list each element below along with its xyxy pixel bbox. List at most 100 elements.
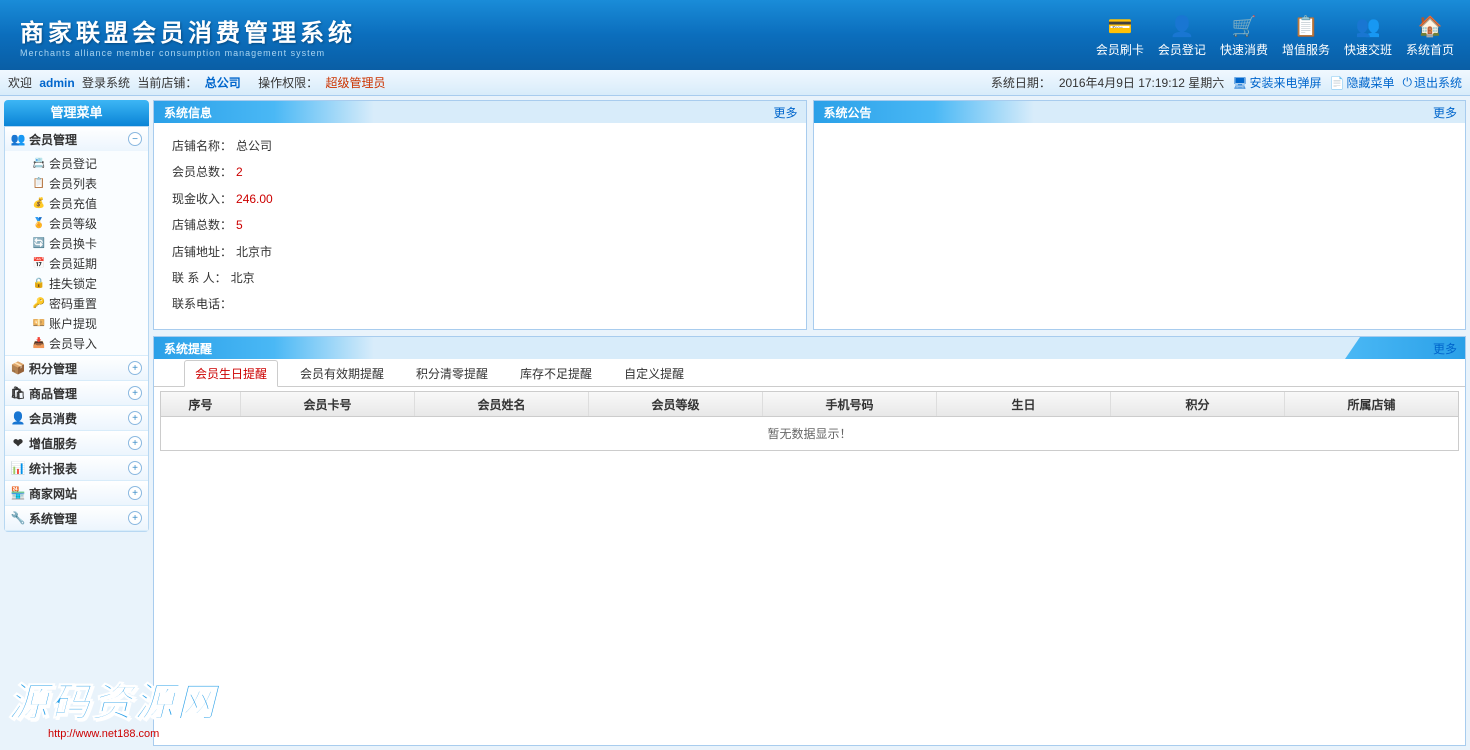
field-label: 店铺地址： bbox=[172, 239, 232, 265]
reminder-empty-msg: 暂无数据显示！ bbox=[160, 417, 1459, 451]
menu-group-header[interactable]: 👥会员管理− bbox=[5, 127, 148, 151]
header-action-2[interactable]: 🛒快速消费 bbox=[1214, 9, 1274, 62]
sub-item-7[interactable]: 🔑密码重置 bbox=[5, 293, 148, 313]
reminder-tab-1[interactable]: 会员有效期提醒 bbox=[290, 361, 394, 386]
group-icon: 👥 bbox=[11, 132, 25, 146]
sysinfo-field-2: 现金收入：246.00 bbox=[172, 186, 788, 212]
install-popup-link[interactable]: 🖥安装来电弹屏 bbox=[1232, 74, 1321, 91]
col-4: 手机号码 bbox=[763, 392, 937, 416]
menu-group-header[interactable]: ❤增值服务+ bbox=[5, 431, 148, 455]
sysinfo-more-link[interactable]: 更多 bbox=[773, 104, 797, 121]
toggle-icon: + bbox=[128, 361, 142, 375]
menu-panel: 👥会员管理− 📇 会员登记📋会员列表💰会员充值🏅会员等级🔄会员换卡 📅 会员延期🔒挂失锁… bbox=[4, 126, 149, 532]
menu-group-4: ❤增值服务+ bbox=[5, 431, 148, 456]
header-action-label: 增值服务 bbox=[1282, 41, 1330, 58]
field-label: 联 系 人： bbox=[172, 265, 227, 291]
exit-icon: ⏻ bbox=[1402, 75, 1412, 90]
menu-group-header[interactable]: 📊 统计报表 + bbox=[5, 456, 148, 480]
main-area: 管理菜单 👥会员管理− 📇 会员登记📋会员列表💰会员充值🏅会员等级🔄会员换卡 📅 会员延… bbox=[0, 96, 1470, 750]
menu-group-header[interactable]: 📦积分管理+ bbox=[5, 356, 148, 380]
app-title-en: Merchants alliance member consumption ma… bbox=[20, 48, 356, 58]
sysinfo-header: 系统信息 更多 bbox=[154, 101, 806, 123]
reminder-tab-0[interactable]: 会员生日提醒 bbox=[184, 360, 278, 387]
menu-group-header[interactable]: 🔧 系统管理 + bbox=[5, 506, 148, 530]
header-action-3[interactable]: 📋增值服务 bbox=[1276, 9, 1336, 62]
item-label: 会员延期 bbox=[49, 255, 97, 272]
reminder-header: 系统提醒 更多 bbox=[154, 337, 1465, 359]
header-action-icon: 🏠 bbox=[1416, 13, 1444, 41]
header-action-5[interactable]: 🏠系统首页 bbox=[1400, 9, 1460, 62]
sub-item-4[interactable]: 🔄会员换卡 bbox=[5, 233, 148, 253]
group-icon: 📊 bbox=[11, 461, 25, 475]
notice-more-link[interactable]: 更多 bbox=[1433, 104, 1457, 121]
group-icon: 🛍 bbox=[11, 386, 25, 400]
group-icon: 🔧 bbox=[11, 511, 25, 525]
notice-panel: 系统公告 更多 bbox=[813, 100, 1467, 330]
field-label: 店铺总数： bbox=[172, 212, 232, 238]
sysdate-label: 系统日期： bbox=[991, 74, 1051, 91]
header-action-4[interactable]: 👥快速交班 bbox=[1338, 9, 1398, 62]
toggle-icon: + bbox=[128, 461, 142, 475]
hide-menu-link[interactable]: 📄隐藏菜单 bbox=[1330, 74, 1395, 91]
menu-group-2: 🛍商品管理+ bbox=[5, 381, 148, 406]
sysinfo-field-6: 联系电话： bbox=[172, 291, 788, 317]
sub-item-5[interactable]: 📅 会员延期 bbox=[5, 253, 148, 273]
col-5: 生日 bbox=[937, 392, 1111, 416]
sub-item-1[interactable]: 📋会员列表 bbox=[5, 173, 148, 193]
top-panels: 系统信息 更多 店铺名称：总公司会员总数：2现金收入：246.00店铺总数：5店… bbox=[153, 100, 1466, 330]
header-action-label: 会员登记 bbox=[1158, 41, 1206, 58]
field-value: 北京市 bbox=[236, 239, 272, 265]
toggle-icon: + bbox=[128, 511, 142, 525]
sub-item-0[interactable]: 📇 会员登记 bbox=[5, 153, 148, 173]
reminder-more-link[interactable]: 更多 bbox=[1433, 340, 1457, 357]
item-icon: 💴 bbox=[33, 317, 45, 329]
menu-group-0: 👥会员管理− 📇 会员登记📋会员列表💰会员充值🏅会员等级🔄会员换卡 📅 会员延期🔒挂失锁… bbox=[5, 127, 148, 356]
item-icon: 📅 bbox=[33, 257, 45, 269]
group-icon: 👤 bbox=[11, 411, 25, 425]
menu-group-header[interactable]: 🏪商家网站+ bbox=[5, 481, 148, 505]
sysinfo-field-3: 店铺总数：5 bbox=[172, 212, 788, 238]
item-label: 会员登记 bbox=[49, 155, 97, 172]
header-action-1[interactable]: 👤会员登记 bbox=[1152, 9, 1212, 62]
perm-value: 超级管理员 bbox=[325, 76, 385, 90]
reminder-panel: 系统提醒 更多 会员生日提醒会员有效期提醒积分清零提醒库存不足提醒自定义提醒 序… bbox=[153, 336, 1466, 746]
group-label: 统计报表 bbox=[29, 460, 77, 477]
group-label: 增值服务 bbox=[29, 435, 77, 452]
item-icon: 📇 bbox=[33, 157, 45, 169]
field-label: 会员总数： bbox=[172, 159, 232, 185]
cur-shop-label: 当前店铺： bbox=[137, 76, 197, 90]
group-label: 系统管理 bbox=[29, 510, 77, 527]
sub-item-8[interactable]: 💴账户提现 bbox=[5, 313, 148, 333]
current-shop[interactable]: 总公司 bbox=[205, 76, 241, 90]
header-action-0[interactable]: 💳会员刷卡 bbox=[1090, 9, 1150, 62]
menu-group-3: 👤会员消费+ bbox=[5, 406, 148, 431]
field-value: 5 bbox=[236, 212, 243, 238]
sub-item-6[interactable]: 🔒挂失锁定 bbox=[5, 273, 148, 293]
header-actions: 💳会员刷卡👤会员登记🛒快速消费📋增值服务👥快速交班🏠系统首页 bbox=[1090, 9, 1460, 62]
col-6: 积分 bbox=[1111, 392, 1285, 416]
reminder-tabs: 会员生日提醒会员有效期提醒积分清零提醒库存不足提醒自定义提醒 bbox=[154, 359, 1465, 387]
current-user[interactable]: admin bbox=[39, 76, 74, 90]
item-label: 密码重置 bbox=[49, 295, 97, 312]
sub-item-3[interactable]: 🏅会员等级 bbox=[5, 213, 148, 233]
sysinfo-field-4: 店铺地址：北京市 bbox=[172, 239, 788, 265]
toggle-icon: + bbox=[128, 386, 142, 400]
sub-item-2[interactable]: 💰会员充值 bbox=[5, 193, 148, 213]
menu-group-header[interactable]: 🛍商品管理+ bbox=[5, 381, 148, 405]
reminder-tab-4[interactable]: 自定义提醒 bbox=[614, 361, 694, 386]
info-bar: 欢迎 admin 登录系统 当前店铺： 总公司 操作权限： 超级管理员 系统日期… bbox=[0, 70, 1470, 96]
group-label: 商家网站 bbox=[29, 485, 77, 502]
reminder-title: 系统提醒 bbox=[162, 340, 212, 357]
col-7: 所属店铺 bbox=[1285, 392, 1458, 416]
menu-group-header[interactable]: 👤会员消费+ bbox=[5, 406, 148, 430]
reminder-tab-3[interactable]: 库存不足提醒 bbox=[510, 361, 602, 386]
sub-item-9[interactable]: 📥会员导入 bbox=[5, 333, 148, 353]
exit-link[interactable]: ⏻退出系统 bbox=[1402, 74, 1462, 91]
menu-title: 管理菜单 bbox=[4, 100, 149, 126]
sub-list: 📇 会员登记📋会员列表💰会员充值🏅会员等级🔄会员换卡 📅 会员延期🔒挂失锁定🔑密码重置… bbox=[5, 151, 148, 355]
reminder-tab-2[interactable]: 积分清零提醒 bbox=[406, 361, 498, 386]
group-label: 积分管理 bbox=[29, 360, 77, 377]
login-sys-label: 登录系统 bbox=[82, 76, 130, 90]
content-area: 系统信息 更多 店铺名称：总公司会员总数：2现金收入：246.00店铺总数：5店… bbox=[153, 100, 1466, 746]
item-label: 挂失锁定 bbox=[49, 275, 97, 292]
